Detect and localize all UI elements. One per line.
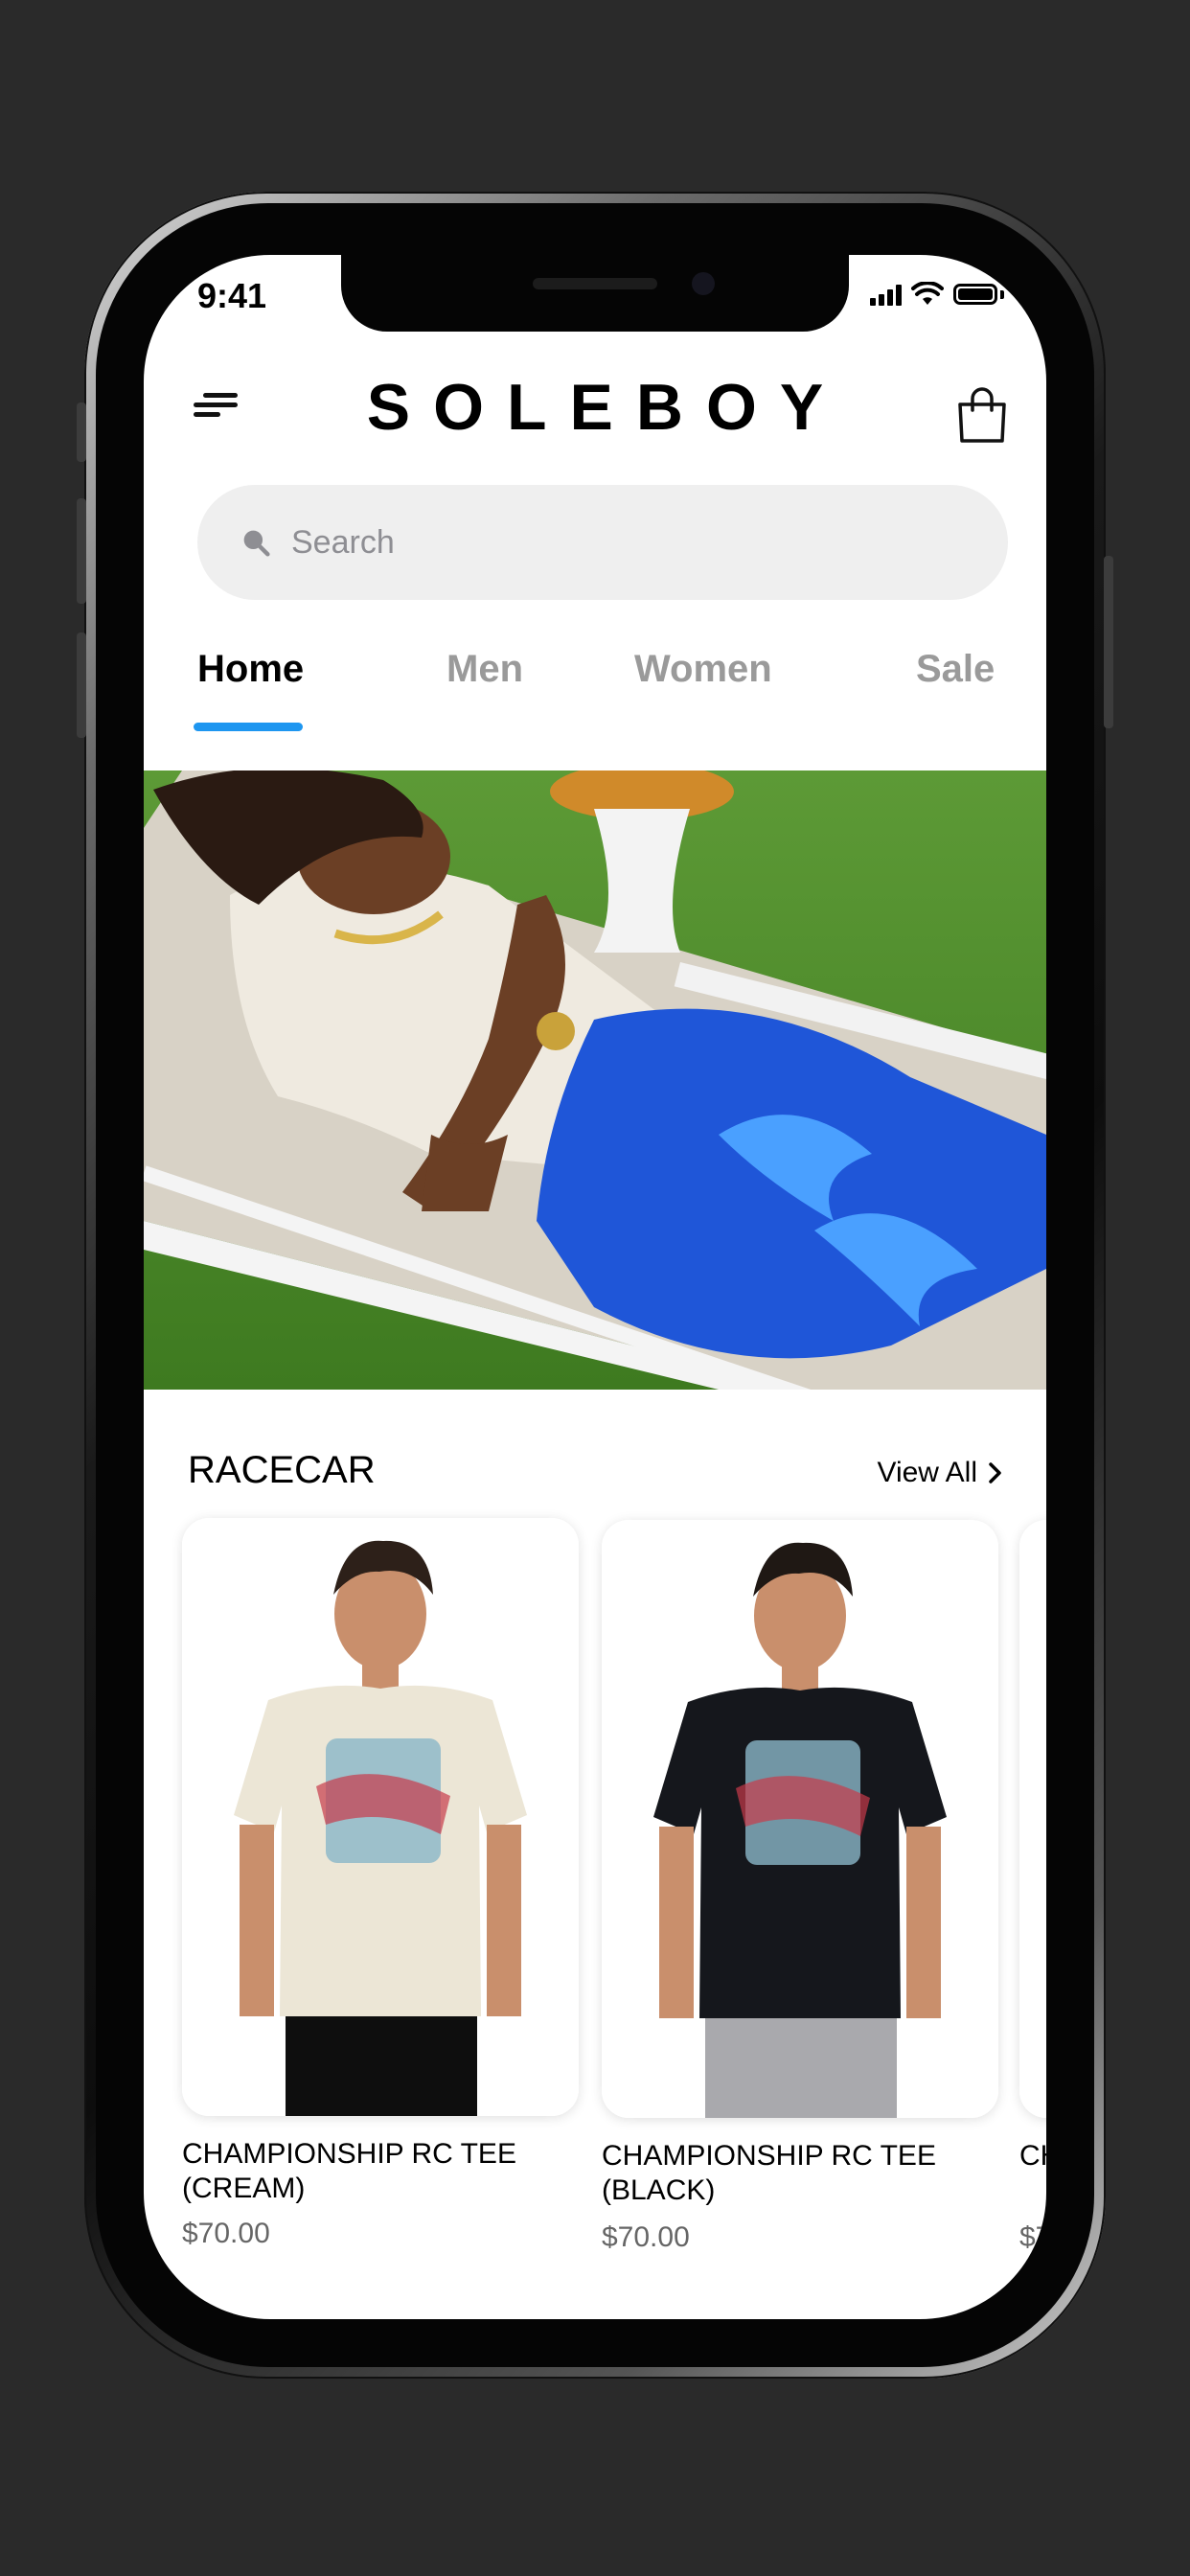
cellular-signal-icon <box>870 283 902 306</box>
product-card[interactable] <box>1019 1520 1046 2118</box>
status-icons <box>870 282 1004 307</box>
battery-cap <box>1000 289 1004 299</box>
battery-icon <box>953 284 997 305</box>
app-screen: 9:41 SOLEBOY Home Men Women Sale <box>144 255 1046 2319</box>
product-price: $70.00 <box>602 2221 690 2253</box>
brand-logo[interactable]: SOLEBOY <box>144 370 1046 445</box>
product-price: $70.00 <box>1019 2221 1046 2254</box>
speaker <box>533 278 657 289</box>
search-input[interactable] <box>289 522 868 563</box>
product-name[interactable]: CHAMPIONSHIP RC TEE (BLACK) <box>602 2139 1004 2208</box>
product-image <box>602 1520 998 2118</box>
shopping-bag-icon[interactable] <box>956 387 1008 445</box>
hero-banner[interactable] <box>144 770 1046 1390</box>
notch <box>341 255 849 332</box>
chevron-right-icon <box>989 1462 1001 1484</box>
power-button <box>1104 556 1113 728</box>
product-price-text: $70.00 <box>1019 2221 1046 2253</box>
product-name-text: CHAMPIONSHIP RC TEE (BLACK) <box>1019 2140 1046 2172</box>
hero-lifestyle-image <box>144 770 1046 1390</box>
active-tab-indicator <box>194 723 303 731</box>
view-all-label: View All <box>877 1457 977 1488</box>
view-all-link[interactable]: View All <box>877 1457 1002 1489</box>
section-title: RACECAR <box>188 1449 376 1491</box>
front-camera <box>692 272 715 295</box>
wifi-icon <box>911 282 944 305</box>
tab-home[interactable]: Home <box>197 648 304 691</box>
product-image <box>182 1518 579 2116</box>
status-time: 9:41 <box>197 276 267 315</box>
product-card[interactable] <box>182 1518 579 2116</box>
volume-down-button <box>77 632 86 738</box>
product-name[interactable]: CHAMPIONSHIP RC TEE (CREAM) <box>182 2137 584 2206</box>
product-name[interactable]: CHAMPIONSHIP RC TEE (BLACK) <box>1019 2139 1046 2174</box>
product-price: $70.00 <box>182 2218 270 2249</box>
search-icon <box>243 530 270 557</box>
product-card[interactable] <box>602 1520 998 2118</box>
tab-men[interactable]: Men <box>446 648 523 691</box>
tab-sale[interactable]: Sale <box>916 648 995 691</box>
silent-switch <box>77 402 86 462</box>
product-image <box>1019 1520 1046 2118</box>
category-tabs: Home Men Women Sale <box>194 648 998 753</box>
tab-women[interactable]: Women <box>634 648 772 691</box>
search-bar[interactable] <box>197 485 1008 600</box>
volume-up-button <box>77 498 86 604</box>
